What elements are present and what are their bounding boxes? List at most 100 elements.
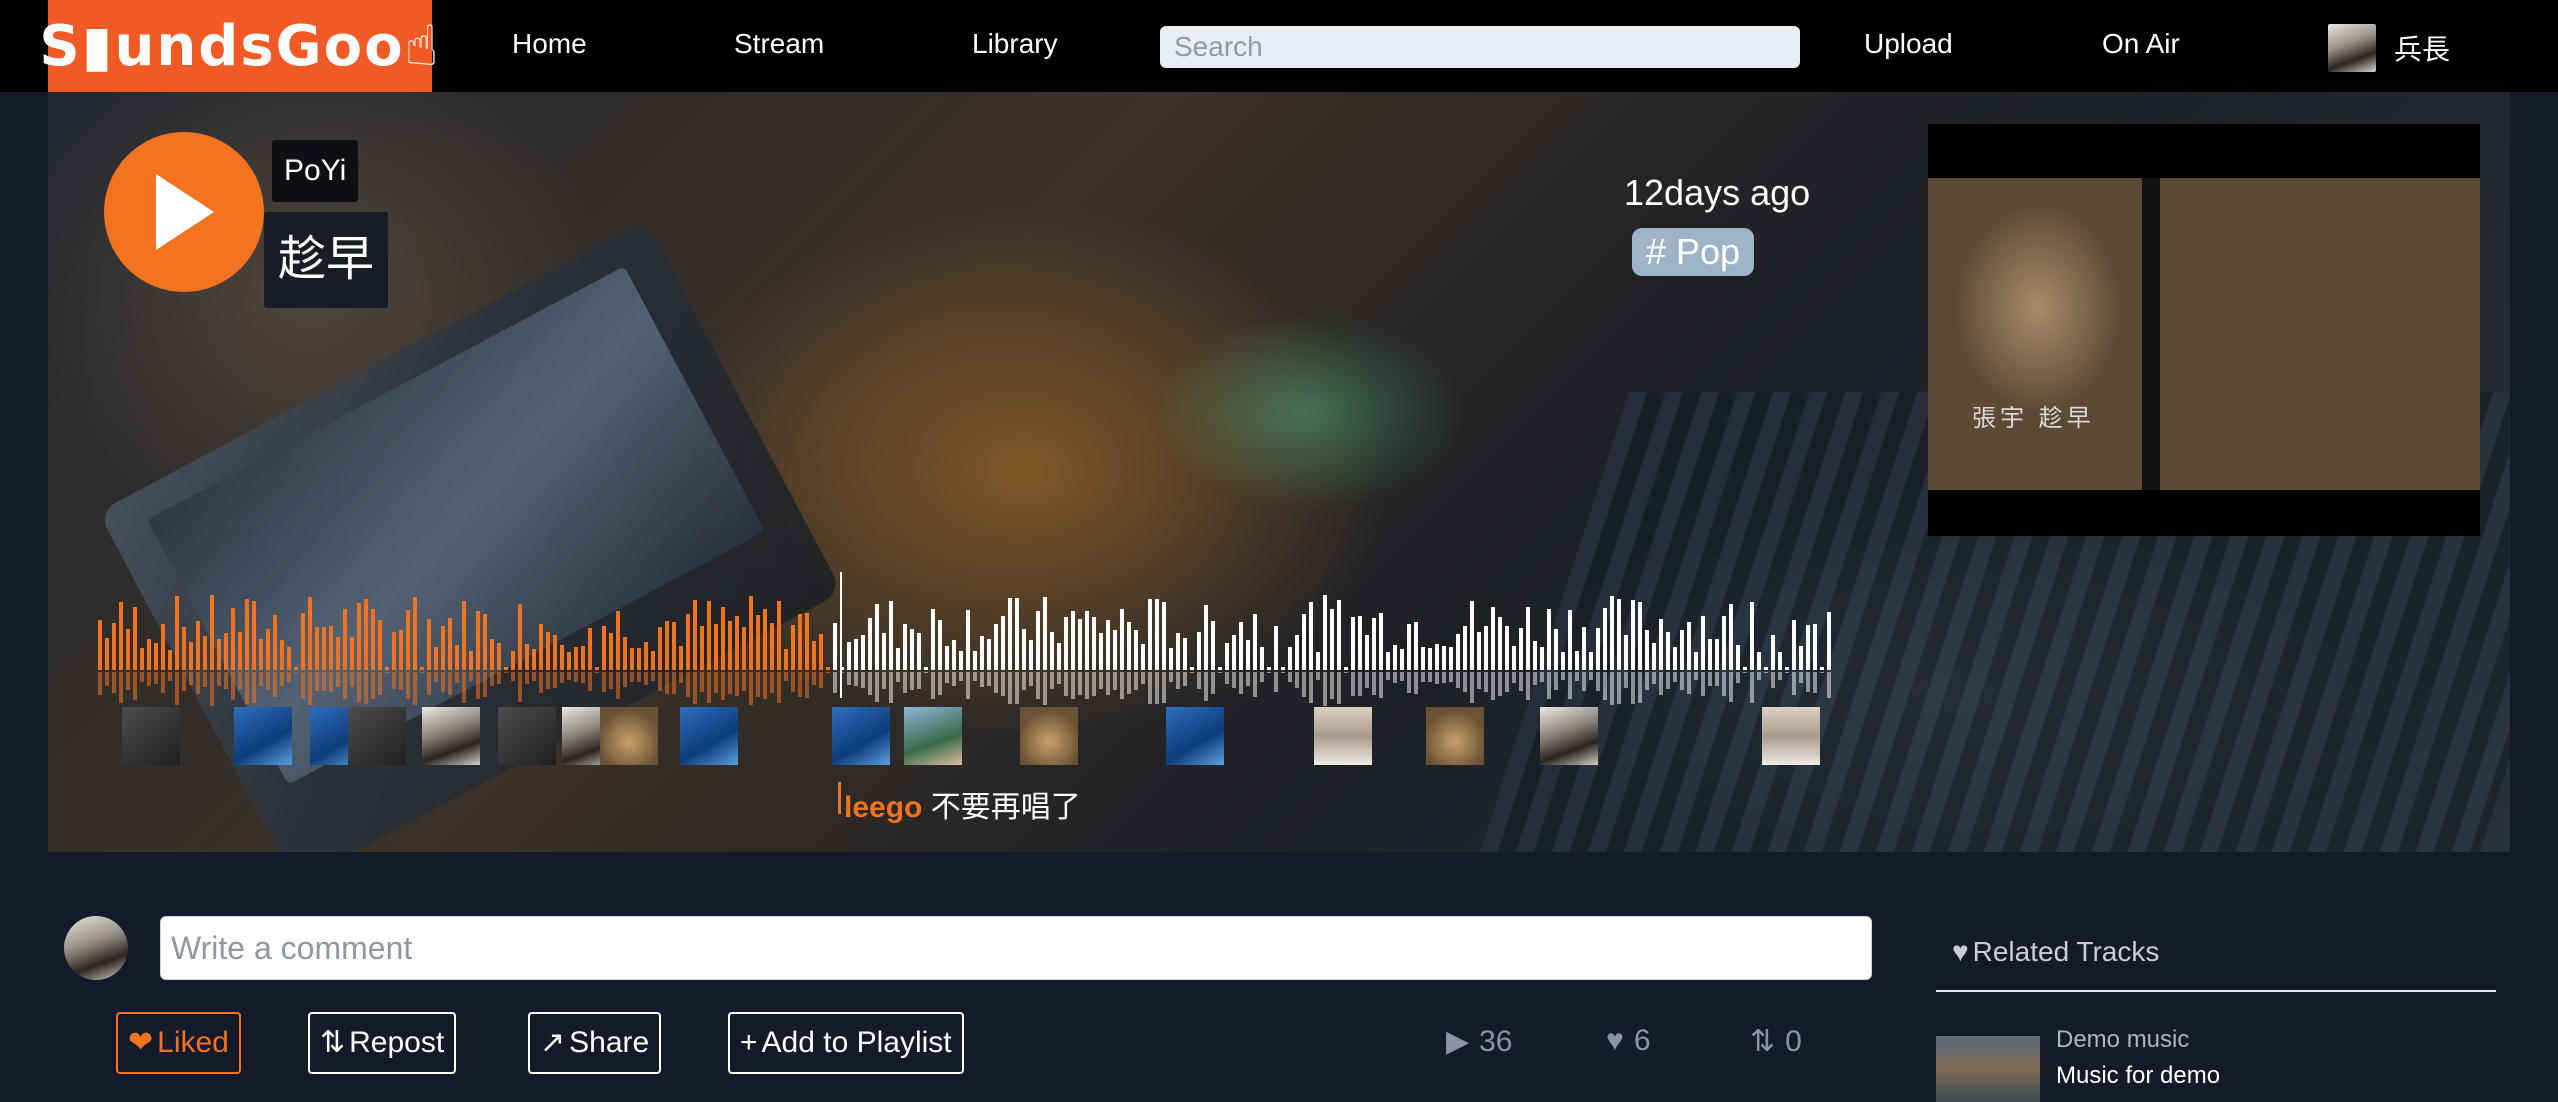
- waveform-comment-avatar[interactable]: [422, 707, 480, 765]
- logo-text: S▮undsGoo☝: [39, 13, 441, 79]
- waveform-bar: [1330, 609, 1334, 670]
- waveform-bar: [357, 603, 361, 670]
- waveform-bar: [553, 635, 557, 670]
- waveform-bar: [1666, 632, 1670, 670]
- waveform-bar-reflection: [1316, 672, 1320, 680]
- nav-upload-link[interactable]: Upload: [1864, 28, 1953, 60]
- search-input[interactable]: [1160, 26, 1800, 68]
- waveform-bar-reflection: [623, 672, 627, 687]
- repost-button[interactable]: ⇅ Repost: [308, 1012, 457, 1074]
- track-title: 趁早: [264, 212, 389, 308]
- waveform-bar-reflection: [1183, 672, 1187, 686]
- waveform-bar-reflection: [1155, 672, 1159, 704]
- comment-username[interactable]: leego: [844, 791, 922, 824]
- play-button[interactable]: [104, 132, 264, 292]
- share-button[interactable]: ↗ Share: [528, 1012, 662, 1074]
- user-menu[interactable]: 兵長: [2328, 24, 2450, 72]
- waveform-comment-avatar[interactable]: [1020, 707, 1078, 765]
- like-button[interactable]: ❤ Liked: [116, 1012, 241, 1074]
- waveform-bar-reflection: [1001, 672, 1005, 696]
- waveform-bar: [147, 639, 151, 670]
- waveform-bar-reflection: [994, 672, 998, 693]
- logo[interactable]: S▮undsGoo☝: [39, 0, 439, 92]
- repost-button-label: Repost: [349, 1026, 445, 1059]
- waveform-comment-avatar[interactable]: [1426, 707, 1484, 765]
- waveform-bar-reflection: [343, 672, 347, 699]
- waveform-bar-reflection: [546, 672, 550, 689]
- waveform-bar-reflection: [1043, 672, 1047, 705]
- genre-tag[interactable]: # Pop: [1632, 228, 1755, 276]
- waveform-bar: [714, 624, 718, 670]
- waveform-bar: [1631, 600, 1635, 670]
- waveform-bar: [581, 646, 585, 670]
- waveform-bar: [595, 667, 599, 670]
- waveform-bar-reflection: [1218, 672, 1222, 673]
- waveform-bar-reflection: [1519, 672, 1523, 691]
- waveform-bar: [1771, 635, 1775, 670]
- waveform-bar-reflection: [1673, 672, 1677, 682]
- waveform-bar: [532, 649, 536, 670]
- waveform-bar-reflection: [497, 672, 501, 684]
- waveform-bar: [518, 604, 522, 670]
- waveform-bar: [511, 651, 515, 670]
- waveform-bar: [1414, 622, 1418, 670]
- waveform-bar-reflection: [1470, 672, 1474, 703]
- waveform-bar: [280, 640, 284, 670]
- waveform-bar-reflection: [1414, 672, 1418, 694]
- related-track-thumbnail[interactable]: [1936, 1036, 2040, 1102]
- waveform-bar-reflection: [1372, 672, 1376, 695]
- waveform-bar: [238, 632, 242, 670]
- waveform-bar-reflection: [1694, 672, 1698, 680]
- waveform-bar-reflection: [1274, 672, 1278, 692]
- waveform-bar: [1015, 598, 1019, 670]
- play-count-icon: ▶: [1446, 1025, 1470, 1058]
- waveform-bar-reflection: [672, 672, 676, 694]
- waveform-bar: [1386, 652, 1390, 670]
- waveform-comment-avatar[interactable]: [1762, 707, 1820, 765]
- nav-stream-link[interactable]: Stream: [734, 28, 824, 60]
- waveform-bar: [294, 667, 298, 670]
- waveform-bar: [931, 609, 935, 670]
- waveform-bar-reflection: [903, 672, 907, 693]
- waveform-bar-reflection: [1666, 672, 1670, 689]
- waveform-comment-avatar[interactable]: [680, 707, 738, 765]
- waveform-comment-avatar[interactable]: [1314, 707, 1372, 765]
- waveform-bar-reflection: [749, 672, 753, 705]
- waveform-comment-avatar[interactable]: [498, 707, 556, 765]
- waveform-comment-avatar[interactable]: [348, 707, 406, 765]
- waveform-bar: [427, 619, 431, 670]
- waveform-bar-reflection: [196, 672, 200, 694]
- waveform-comment-avatar[interactable]: [1540, 707, 1598, 765]
- waveform-bar: [301, 613, 305, 670]
- waveform-bar: [1442, 646, 1446, 670]
- waveform-bar-reflection: [378, 672, 382, 695]
- nav-home-link[interactable]: Home: [512, 28, 587, 60]
- comment-input[interactable]: [160, 916, 1872, 980]
- waveform-bar-reflection: [308, 672, 312, 705]
- add-to-playlist-button[interactable]: + Add to Playlist: [728, 1012, 964, 1074]
- waveform-bar-reflection: [553, 672, 557, 688]
- waveform-bar-reflection: [1757, 672, 1761, 680]
- waveform-bar-reflection: [721, 672, 725, 700]
- waveform-bar-reflection: [154, 672, 158, 684]
- waveform-comment-avatar[interactable]: [122, 707, 180, 765]
- waveform-bar: [1470, 601, 1474, 670]
- waveform-bar-reflection: [385, 672, 389, 673]
- waveform-bar-reflection: [322, 672, 326, 691]
- waveform-comment-avatar[interactable]: [234, 707, 292, 765]
- waveform-comment-avatar[interactable]: [600, 707, 658, 765]
- track-artist[interactable]: PoYi: [272, 140, 359, 202]
- related-track-user[interactable]: Demo music: [2056, 1026, 2189, 1054]
- waveform-bar: [287, 647, 291, 670]
- nav-library-link[interactable]: Library: [972, 28, 1058, 60]
- waveform-comment-avatar[interactable]: [832, 707, 890, 765]
- waveform-bar: [644, 642, 648, 670]
- nav-on-air-link[interactable]: On Air: [2102, 28, 2180, 60]
- related-track-name[interactable]: Music for demo: [2056, 1062, 2220, 1090]
- waveform-bar: [742, 627, 746, 670]
- waveform-bar-reflection: [1379, 672, 1383, 698]
- waveform-comment-avatar[interactable]: [904, 707, 962, 765]
- waveform-bar-reflection: [189, 672, 193, 685]
- waveform-comment-avatar[interactable]: [1166, 707, 1224, 765]
- waveform-bar-reflection: [182, 672, 186, 691]
